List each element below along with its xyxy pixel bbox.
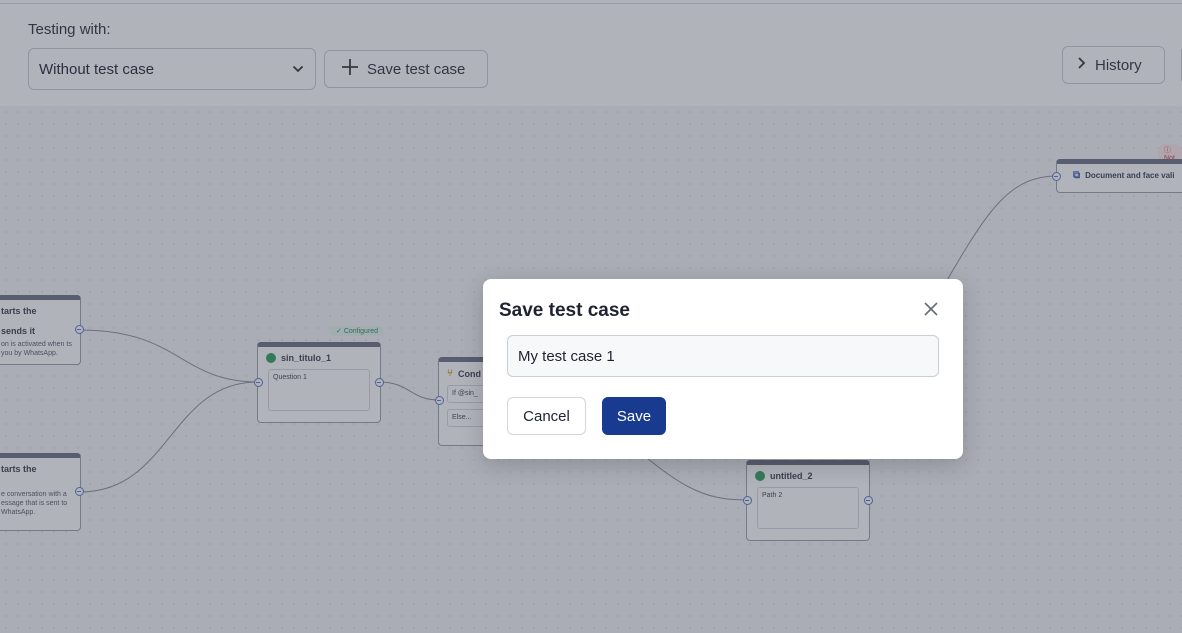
save-test-case-dialog: Save test case Cancel Save bbox=[483, 279, 963, 459]
cancel-button[interactable]: Cancel bbox=[507, 397, 586, 435]
close-button[interactable] bbox=[921, 301, 941, 321]
test-case-name-input[interactable] bbox=[507, 335, 939, 377]
close-icon bbox=[924, 301, 938, 321]
dialog-title: Save test case bbox=[499, 300, 630, 321]
save-button[interactable]: Save bbox=[602, 397, 666, 435]
